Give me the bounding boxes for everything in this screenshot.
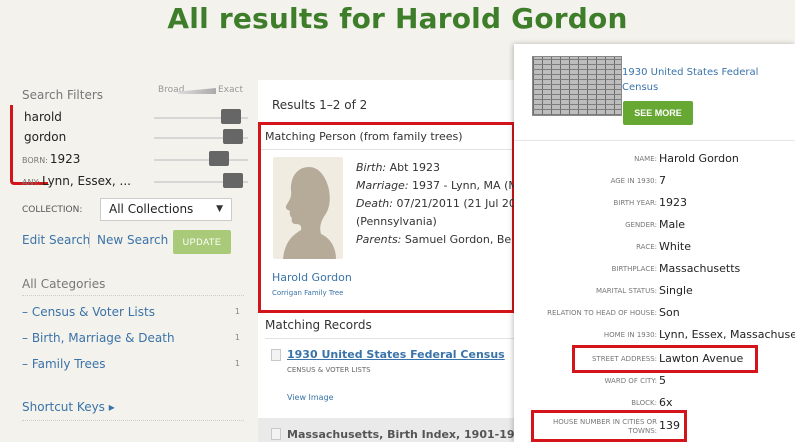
filter-any[interactable]: ANY: Lynn, Essex, ... [22,172,252,192]
field-value: 5 [659,374,666,387]
update-button[interactable]: UPDATE [173,230,231,254]
field-value: Harold Gordon [659,152,739,165]
caret-down-icon: ▼ [216,204,223,214]
category-label[interactable]: – Birth, Marriage & Death [22,331,175,345]
category-census[interactable]: – Census & Voter Lists 1 [22,305,244,323]
street-address-highlight [572,345,758,373]
field-label: BIRTH YEAR: [613,199,657,207]
slider-thumb[interactable] [220,109,241,124]
field-label: GENDER: [625,221,657,229]
see-more-button[interactable]: SEE MORE [623,101,693,125]
field-label: MARITAL STATUS: [595,287,657,295]
shortcut-keys-link[interactable]: Shortcut Keys ▸ [22,400,115,414]
category-birth-marriage-death[interactable]: – Birth, Marriage & Death 1 [22,331,244,349]
all-categories-heading: All Categories [22,277,106,291]
records-divider [265,338,515,339]
popup-divider [514,140,795,141]
field-value: Son [659,306,680,319]
filter-prefix: BORN: [22,156,48,165]
exactness-slider[interactable] [154,159,248,161]
person-name-link[interactable]: Harold Gordon [272,271,352,284]
slider-thumb[interactable] [222,173,243,188]
card-divider [261,149,512,150]
category-count: 1 [234,359,240,368]
search-sidebar: Search Filters Broad Exact harold gordon… [0,80,252,442]
filter-value: harold [24,110,62,124]
filter-value: 1923 [49,152,81,166]
collection-label: COLLECTION: [22,205,83,215]
slider-thumb[interactable] [208,151,229,166]
slider-thumb[interactable] [222,129,243,144]
silhouette-avatar-icon [273,157,343,259]
field-label: BLOCK: [631,399,657,407]
filter-first-name[interactable]: harold [22,108,252,128]
field-value: Lynn, Essex, Massachuset [659,328,795,341]
popup-record-title[interactable]: 1930 United States Federal Census [622,65,790,95]
view-image-link[interactable]: View Image [287,393,334,402]
category-label[interactable]: – Census & Voter Lists [22,305,155,319]
field-value: 1923 [659,196,687,209]
field-label: NAME: [634,155,657,163]
filter-value: gordon [24,130,67,144]
category-family-trees[interactable]: – Family Trees 1 [22,357,244,375]
record-title-link[interactable]: 1930 United States Federal Census [287,348,505,361]
death-line-cont: (Pennsylvania) [356,215,437,228]
filter-prefix: ANY: [22,178,40,187]
record-document-icon [271,428,281,440]
field-label: BIRTHPLACE: [611,265,657,273]
field-label: RACE: [636,243,657,251]
page-title: All results for Harold Gordon [167,2,628,35]
marriage-line: Marriage: 1937 - Lynn, MA (M [356,179,516,192]
matching-person-card[interactable]: Matching Person (from family trees) Haro… [258,122,516,313]
category-count: 1 [234,307,240,316]
record-category: CENSUS & VOTER LISTS [287,366,371,374]
record-preview-popup: 1930 United States Federal Census SEE MO… [514,44,795,442]
results-count: Results 1–2 of 2 [272,98,368,112]
record-document-icon [271,349,281,361]
new-search-link[interactable]: New Search [97,233,168,247]
category-divider [22,295,244,296]
edit-search-link[interactable]: Edit Search [22,233,90,247]
record-title-link[interactable]: Massachusetts, Birth Index, 1901-1960 [287,428,530,441]
field-label: AGE IN 1930: [610,177,657,185]
filter-born[interactable]: BORN: 1923 [22,150,252,170]
field-value: Male [659,218,686,231]
birth-line: Birth: Abt 1923 [356,161,440,174]
family-tree-link[interactable]: Corrigan Family Tree [272,289,343,297]
field-value: Massachusetts [659,262,741,275]
field-value: 6x [659,396,673,409]
field-value: 7 [659,174,666,187]
search-filters-label: Search Filters [22,88,104,102]
field-label: RELATION TO HEAD OF HOUSE: [547,309,657,317]
collection-select[interactable]: All Collections ▼ [100,198,232,221]
field-value: Single [659,284,693,297]
exact-label: Exact [218,85,244,95]
matching-records-heading: Matching Records [265,318,372,332]
death-line: Death: 07/21/2011 (21 Jul 20 [356,197,516,210]
filter-value: Lynn, Essex, ... [41,174,131,188]
field-label: HOME IN 1930: [603,331,657,339]
category-count: 1 [234,333,240,342]
filter-last-name[interactable]: gordon [22,128,252,148]
collection-value: All Collections [109,202,194,216]
shortcut-divider [22,420,244,421]
house-number-highlight [531,410,687,442]
category-label[interactable]: – Family Trees [22,357,106,371]
person-details: Birth: Abt 1923 Marriage: 1937 - Lynn, M… [356,159,516,249]
field-value: White [659,240,691,253]
census-image-thumbnail[interactable] [532,56,622,116]
field-label: WARD OF CITY: [604,377,658,385]
parents-line: Parents: Samuel Gordon, Be [356,233,512,246]
matching-person-title: Matching Person (from family trees) [265,130,463,143]
link-divider [89,232,90,248]
